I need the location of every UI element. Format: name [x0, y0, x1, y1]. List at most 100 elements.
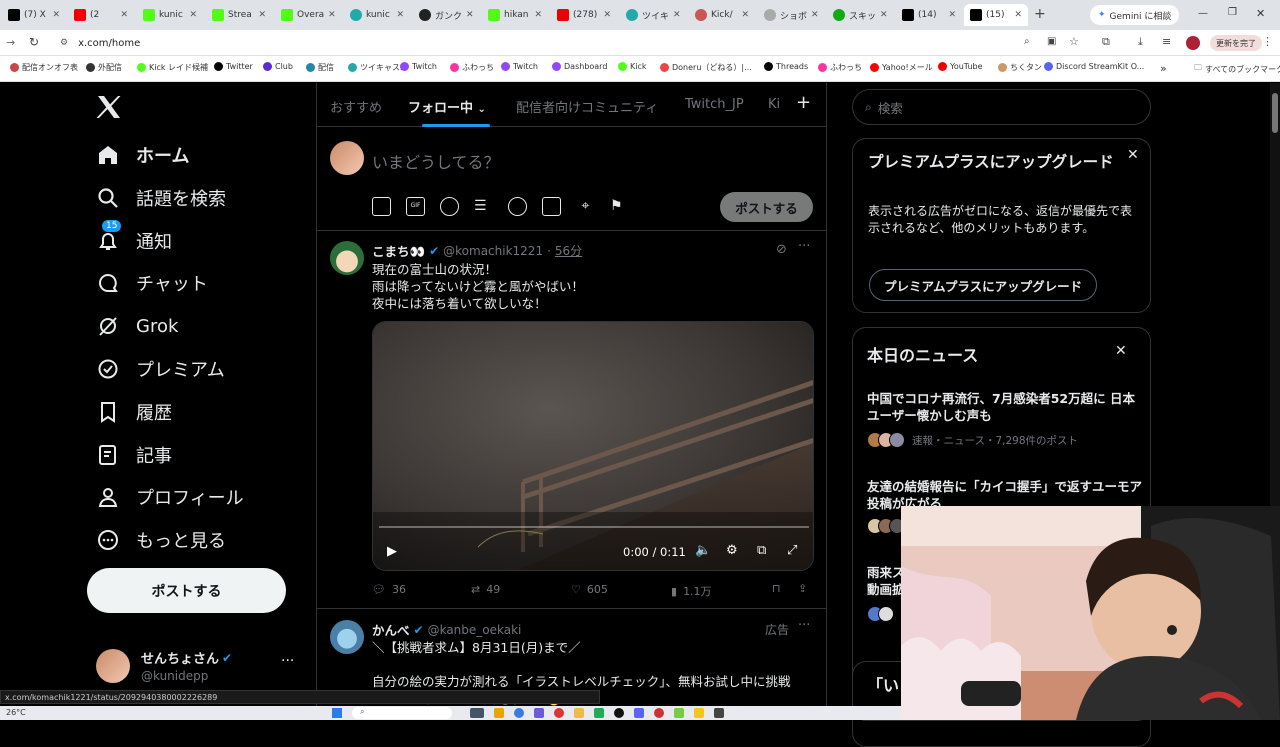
taskbar-app-icon[interactable] — [534, 708, 544, 718]
taskbar-app-icon[interactable] — [634, 708, 644, 718]
avatar[interactable] — [330, 241, 364, 275]
nav-chat[interactable]: チャット — [96, 270, 208, 296]
compose-post-button[interactable]: ポストする — [720, 192, 813, 222]
browser-tab[interactable]: ガンク ✕ — [413, 4, 479, 26]
taskbar-app-icon[interactable] — [654, 708, 664, 718]
post-button[interactable]: ポストする — [87, 568, 286, 613]
weather-widget[interactable]: 26°C — [6, 708, 26, 717]
avatar[interactable] — [330, 620, 364, 654]
browser-tab[interactable]: Strea ✕ — [206, 4, 272, 26]
views-button[interactable]: ▮ 1.1万 — [671, 583, 712, 599]
more-options-icon[interactable]: ··· — [798, 618, 810, 633]
grok-icon[interactable] — [440, 197, 459, 216]
news-item-title[interactable]: 中国でコロナ再流行、7月感染者52万超に 日本ユーザー懐かしむ声も — [867, 390, 1142, 424]
browser-tab[interactable]: (278) ✕ — [551, 4, 617, 26]
taskbar-app-icon[interactable] — [674, 708, 684, 718]
taskbar-app-icon[interactable] — [614, 708, 624, 718]
play-icon[interactable]: ▶ — [387, 544, 397, 559]
grok-explain-icon[interactable]: ⊘ — [776, 242, 787, 257]
tab-ki[interactable]: Ki — [768, 97, 782, 112]
menu-icon[interactable]: ⋮ — [1262, 35, 1273, 48]
back-icon[interactable]: → — [6, 36, 15, 49]
tab-search-icon[interactable]: ≡ — [1162, 35, 1171, 48]
browser-tab-active[interactable]: (15) ✕ — [964, 4, 1028, 26]
profile-avatar[interactable] — [1186, 36, 1200, 50]
x-logo-icon[interactable] — [96, 95, 122, 119]
nav-articles[interactable]: 記事 — [96, 442, 172, 468]
fullscreen-icon[interactable]: ⤢ — [787, 543, 797, 558]
picture-in-picture-icon[interactable]: ⧉ — [757, 543, 766, 558]
reply-button[interactable]: 💬︎ 36 — [372, 583, 406, 596]
browser-tab[interactable]: (14) ✕ — [896, 4, 962, 26]
bookmark-button[interactable]: ⊓ — [772, 582, 781, 595]
bookmarks-overflow-icon[interactable]: » — [1160, 62, 1167, 75]
author-name[interactable]: こまち👀 — [372, 241, 425, 260]
taskbar-search-icon[interactable]: ⌕ — [352, 707, 452, 719]
tab-twitch-jp[interactable]: Twitch_JP — [685, 97, 744, 112]
settings-gear-icon[interactable]: ⚙ — [726, 543, 738, 558]
nav-explore[interactable]: 話題を検索 — [96, 185, 226, 211]
tab-following[interactable]: フォロー中 ⌄ — [408, 97, 486, 116]
maximize-button[interactable]: ❐ — [1228, 7, 1237, 18]
taskbar-app-icon[interactable] — [514, 708, 524, 718]
bookmark-item[interactable]: Threads — [764, 62, 808, 71]
bookmark-item[interactable]: Twitch — [400, 62, 437, 71]
location-icon[interactable]: ⌖ — [576, 197, 595, 216]
close-icon[interactable]: ✕ — [1115, 343, 1127, 359]
bookmark-item[interactable]: ふわっち — [818, 62, 862, 73]
nav-grok[interactable]: Grok — [96, 314, 178, 338]
close-icon[interactable]: ✕ — [1127, 147, 1139, 163]
account-more-icon[interactable]: ··· — [281, 653, 294, 669]
all-bookmarks-folder[interactable]: 🗀 すべてのブックマーク — [1194, 62, 1280, 76]
download-icon[interactable]: ⤓ — [1138, 35, 1143, 49]
address-field[interactable]: ⚙ x.com/home — [52, 33, 1052, 53]
browser-tab[interactable]: hikan ✕ — [482, 4, 548, 26]
browser-tab[interactable]: Kick/✕ — [689, 4, 755, 26]
nav-history[interactable]: 履歴 — [96, 399, 172, 425]
cast-icon[interactable]: ▣ — [1047, 36, 1056, 47]
author-handle[interactable]: @komachik1221 — [443, 244, 543, 258]
bookmark-item[interactable]: ちくタン — [998, 62, 1042, 73]
author-handle[interactable]: @kanbe_oekaki — [428, 623, 522, 637]
tweet-timestamp[interactable]: 56分 — [555, 242, 582, 259]
bookmark-item[interactable]: Twitch — [501, 62, 538, 71]
author-name[interactable]: かんべ — [372, 620, 410, 639]
bookmark-item[interactable]: Doneru（どねる）|... — [660, 62, 752, 73]
taskbar-app-icon[interactable] — [594, 708, 604, 718]
browser-tab[interactable]: ツイキ ✕ — [620, 4, 686, 26]
bookmark-item[interactable]: 配信オンオフ表 — [10, 62, 78, 73]
poll-icon[interactable]: ☰ — [474, 197, 493, 216]
bookmark-item[interactable]: Dashboard — [552, 62, 607, 71]
account-switcher[interactable]: せんちょさん ✔ @kunidepp ··· — [87, 641, 317, 691]
new-tab-button[interactable]: + — [1034, 6, 1046, 22]
bookmark-item[interactable]: ふわっち — [450, 62, 494, 73]
nav-home[interactable]: ホーム — [96, 142, 189, 168]
share-button[interactable]: ⇪ — [798, 582, 807, 595]
search-input[interactable]: ⌕ 検索 — [852, 89, 1151, 125]
browser-tab[interactable]: (7) X ✕ — [2, 4, 66, 26]
more-options-icon[interactable]: ··· — [798, 239, 810, 254]
site-info-icon[interactable]: ⚙ — [60, 38, 68, 48]
image-icon[interactable] — [372, 197, 391, 216]
schedule-icon[interactable] — [542, 197, 561, 216]
browser-tab[interactable]: ショボ ✕ — [758, 4, 824, 26]
taskbar-app-icon[interactable] — [714, 708, 724, 718]
bookmark-item[interactable]: YouTube — [938, 62, 983, 71]
bookmark-item[interactable]: Twitter — [214, 62, 253, 71]
bookmark-item[interactable]: Kick — [618, 62, 647, 71]
like-button[interactable]: ♡ 605 — [571, 583, 608, 596]
repost-button[interactable]: ⇄ 49 — [471, 583, 500, 596]
close-window-button[interactable]: ✕ — [1256, 7, 1265, 20]
reload-icon[interactable]: ↻ — [29, 35, 39, 49]
volume-icon[interactable]: 🔈 — [695, 543, 711, 558]
tweet[interactable]: こまち👀 ✔ @komachik1221 · 56分 ⊘ ··· 現在の富士山の… — [317, 231, 827, 609]
add-tab-icon[interactable]: + — [796, 92, 811, 113]
bookmark-item[interactable]: Yahoo!メール — [870, 62, 933, 73]
nav-more[interactable]: もっと見る — [96, 527, 226, 553]
windows-start-icon[interactable] — [332, 708, 342, 718]
bookmark-item[interactable]: 配信 — [306, 62, 334, 73]
taskbar-app-icon[interactable] — [554, 708, 564, 718]
nav-premium[interactable]: プレミアム — [96, 356, 225, 382]
bookmark-item[interactable]: Club — [263, 62, 293, 71]
update-button[interactable]: 更新を完了 — [1210, 35, 1262, 51]
